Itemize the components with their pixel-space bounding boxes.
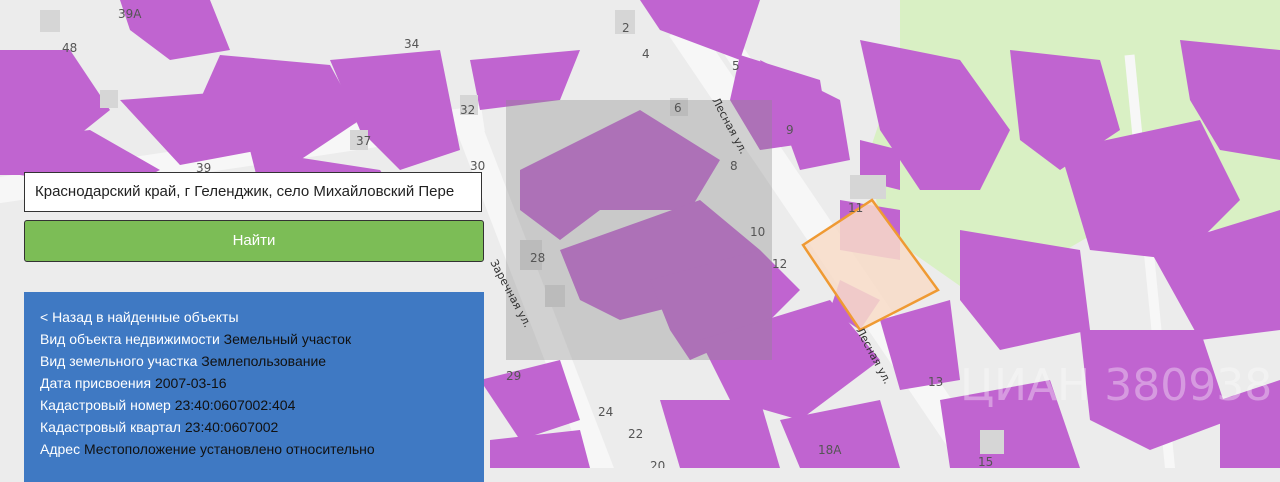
- house-number: 37: [356, 134, 371, 148]
- house-number: 10: [750, 225, 765, 239]
- house-number: 13: [928, 375, 943, 389]
- house-number: 24: [598, 405, 613, 419]
- info-label: Адрес: [40, 441, 81, 457]
- info-row-cadastral-number: Кадастровый номер 23:40:0607002:404: [40, 394, 468, 416]
- info-row-cadastral-quarter: Кадастровый квартал 23:40:0607002: [40, 416, 468, 438]
- house-number: 9: [786, 123, 794, 137]
- house-number: 11: [848, 201, 863, 215]
- info-value: Местоположение установлено относительно: [83, 441, 375, 457]
- house-number: 18А: [818, 443, 842, 457]
- info-label: Вид земельного участка: [40, 353, 198, 369]
- house-number: 32: [460, 103, 475, 117]
- object-info-panel: < Назад в найденные объекты Вид объекта …: [24, 292, 484, 482]
- house-number: 20: [650, 459, 665, 468]
- info-label: Кадастровый квартал: [40, 419, 181, 435]
- info-value: 23:40:0607002:404: [174, 397, 296, 413]
- house-number: 28: [530, 251, 545, 265]
- info-row-parcel-type: Вид земельного участка Землепользование: [40, 350, 468, 372]
- house-number: 39А: [118, 7, 142, 21]
- info-value: Землепользование: [201, 353, 327, 369]
- info-value: 2007-03-16: [154, 375, 227, 391]
- info-value: Земельный участок: [223, 331, 352, 347]
- back-to-results-link[interactable]: < Назад в найденные объекты: [40, 306, 468, 328]
- house-number: 30: [470, 159, 485, 173]
- house-number: 34: [404, 37, 419, 51]
- info-row-object-type: Вид объекта недвижимости Земельный участ…: [40, 328, 468, 350]
- house-number: 5: [732, 59, 740, 73]
- watermark-text: ЦИАН 380938: [960, 360, 1272, 411]
- house-number: 6: [674, 101, 682, 115]
- house-number: 15: [978, 455, 993, 468]
- info-label: Кадастровый номер: [40, 397, 171, 413]
- house-number: 4: [642, 47, 650, 61]
- info-value: 23:40:0607002: [184, 419, 279, 435]
- info-label: Вид объекта недвижимости: [40, 331, 220, 347]
- search-button[interactable]: Найти: [24, 220, 484, 262]
- house-number: 22: [628, 427, 643, 441]
- house-number: 12: [772, 257, 787, 271]
- house-number: 8: [730, 159, 738, 173]
- house-number: 2: [622, 21, 630, 35]
- info-label: Дата присвоения: [40, 375, 152, 391]
- house-number: 29: [506, 369, 521, 383]
- address-search-input[interactable]: Краснодарский край, г Геленджик, село Ми…: [24, 172, 482, 212]
- house-number: 48: [62, 41, 77, 55]
- info-row-assign-date: Дата присвоения 2007-03-16: [40, 372, 468, 394]
- info-row-address: Адрес Местоположение установлено относит…: [40, 438, 468, 460]
